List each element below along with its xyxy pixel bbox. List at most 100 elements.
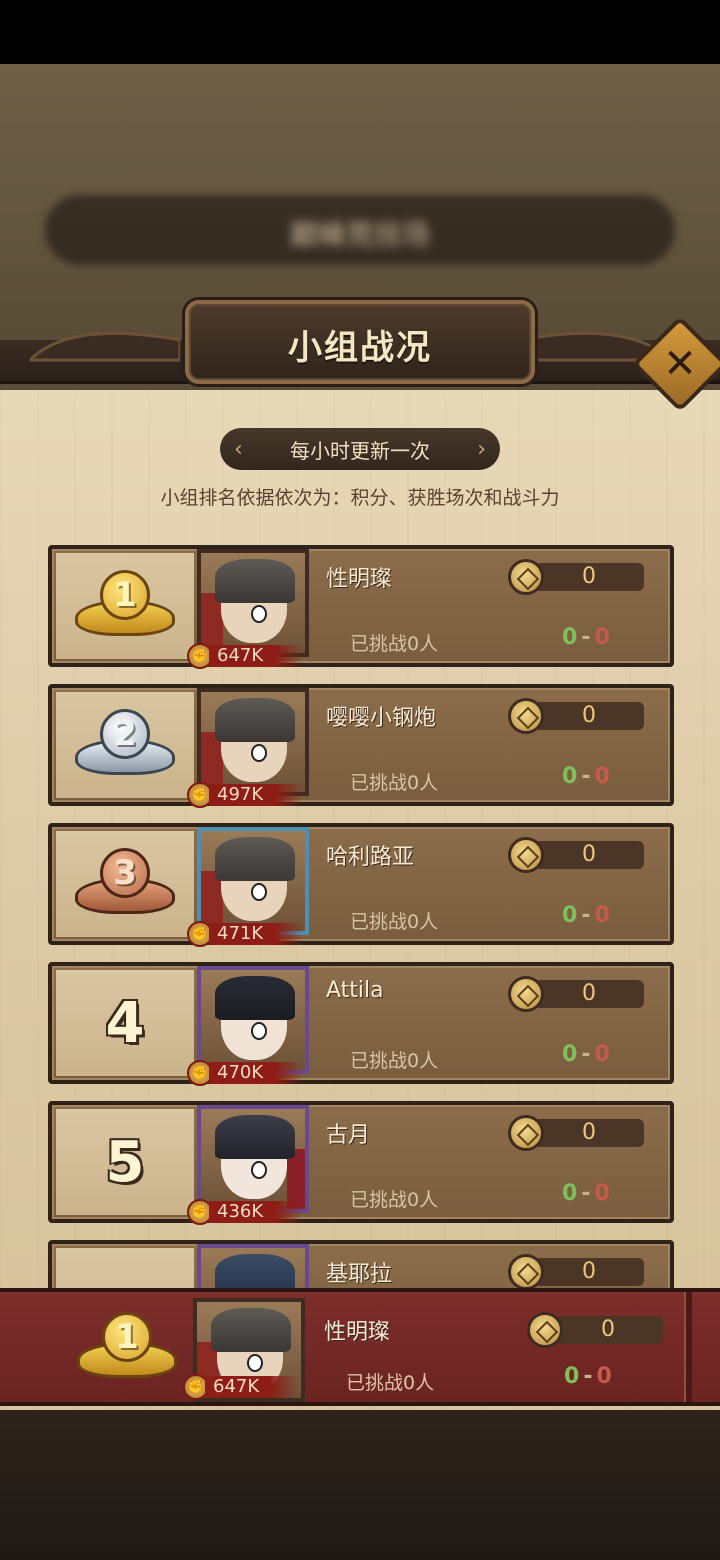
wl-separator: - [581,764,591,789]
avatar[interactable] [197,966,309,1074]
power-badge: ✊ 436K [187,1199,377,1225]
bronze-medal-icon: 3 [70,844,180,924]
challenged-count: 已挑战0人 [350,911,439,933]
rank-number: 2 [113,714,137,754]
player-name: 基耶拉 [326,1262,393,1287]
player-name: 性明璨 [326,567,393,592]
power-badge: ✊ 647K [183,1374,373,1400]
divider [684,1292,692,1402]
ranking-row[interactable]: 2 ✊ 497K 嘤嘤小钢炮 0 已挑战0人 0-0 [48,684,674,808]
win-loss: 0-0 [564,1364,612,1389]
panel-header: 小组战况 [0,290,720,400]
score-box: 0 [508,559,646,595]
power-value: 647K [205,1376,300,1398]
player-name: 哈利路亚 [326,845,415,870]
rank-number: 1 [113,575,137,615]
score-box: 0 [508,1115,646,1151]
power-badge: ✊ 471K [187,921,377,947]
power-value: 471K [209,923,304,945]
status-bar [0,0,720,64]
score-value: 0 [582,1120,596,1145]
challenged-count: 已挑战0人 [346,1372,435,1394]
ornament-left-icon [30,331,180,362]
losses: 0 [596,1364,612,1389]
rank-number: 1 [115,1317,139,1357]
challenged-count: 已挑战0人 [350,633,439,655]
player-name: 性明璨 [324,1320,391,1345]
win-loss: 0-0 [562,764,610,789]
wl-separator: - [581,625,591,650]
update-notice: ‹ 每小时更新一次 › [220,428,500,470]
challenged-count: 已挑战0人 [350,1050,439,1072]
losses: 0 [594,1181,610,1206]
chevron-right-icon: › [477,436,486,462]
background-title: 巅峰竞技场 [289,218,430,251]
score-box: 0 [527,1312,665,1348]
close-icon[interactable]: ✕ [646,330,714,398]
rank-cell: 5 [56,1109,194,1215]
ranking-row[interactable]: 3 ✊ 471K 哈利路亚 0 已挑战0人 0-0 [48,823,674,947]
power-value: 436K [209,1201,304,1223]
wl-separator: - [583,1364,593,1389]
power-badge: ✊ 497K [187,782,377,808]
challenged-count: 已挑战0人 [350,772,439,794]
losses: 0 [594,1042,610,1067]
my-ranking-row[interactable]: 1 ✊ 647K 性明璨 0 已挑战0人 0-0 [0,1288,720,1406]
wins: 0 [562,1042,578,1067]
score-value: 0 [582,1259,596,1284]
losses: 0 [594,764,610,789]
score-box: 0 [508,976,646,1012]
rank-cell: 3 [56,831,194,937]
win-loss: 0-0 [562,1042,610,1067]
rank-cell: 2 [56,692,194,798]
ranking-row[interactable]: 1 ✊ 647K 性明璨 0 已挑战0人 0-0 [48,545,674,669]
gold-medal-icon: 1 [70,566,180,646]
losses: 0 [594,625,610,650]
power-badge: ✊ 647K [187,643,377,669]
rank-number: 4 [105,990,145,1056]
wins: 0 [564,1364,580,1389]
score-value: 0 [582,564,596,589]
losses: 0 [594,903,610,928]
score-box: 0 [508,837,646,873]
avatar[interactable] [197,688,309,796]
ranking-row[interactable]: 4 ✊ 470K Attila 0 已挑战0人 0-0 [48,962,674,1086]
rank-cell: 4 [56,970,194,1076]
gold-medal-icon: 1 [72,1308,182,1388]
bottom-area [0,1410,720,1560]
silver-medal-icon: 2 [70,705,180,785]
rank-cell: 1 [56,553,194,659]
rank-number: 5 [105,1129,145,1195]
score-box: 0 [508,1254,646,1290]
ranking-row[interactable]: 5 ✊ 436K 古月 0 已挑战0人 0-0 [48,1101,674,1225]
power-value: 470K [209,1062,304,1084]
player-name: 嘤嘤小钢炮 [326,706,437,731]
rank-rule-text: 小组排名依据依次为：积分、获胜场次和战斗力 [160,487,560,509]
win-loss: 0-0 [562,1181,610,1206]
power-value: 497K [209,784,304,806]
wins: 0 [562,764,578,789]
power-badge: ✊ 470K [187,1060,377,1086]
background-title-bar: 巅峰竞技场 [45,195,675,265]
player-name: 古月 [326,1123,371,1148]
wl-separator: - [581,903,591,928]
score-value: 0 [582,703,596,728]
avatar[interactable] [197,1105,309,1213]
wins: 0 [562,1181,578,1206]
update-notice-text: 每小时更新一次 [290,438,430,463]
challenged-count: 已挑战0人 [350,1189,439,1211]
wins: 0 [562,625,578,650]
page-title: 小组战况 [288,328,432,368]
player-name: Attila [326,978,384,1003]
wl-separator: - [581,1042,591,1067]
score-box: 0 [508,698,646,734]
score-value: 0 [582,842,596,867]
avatar[interactable] [197,827,309,935]
win-loss: 0-0 [562,625,610,650]
score-value: 0 [582,981,596,1006]
win-loss: 0-0 [562,903,610,928]
avatar[interactable] [197,549,309,657]
chevron-left-icon: ‹ [234,436,243,462]
wl-separator: - [581,1181,591,1206]
wins: 0 [562,903,578,928]
